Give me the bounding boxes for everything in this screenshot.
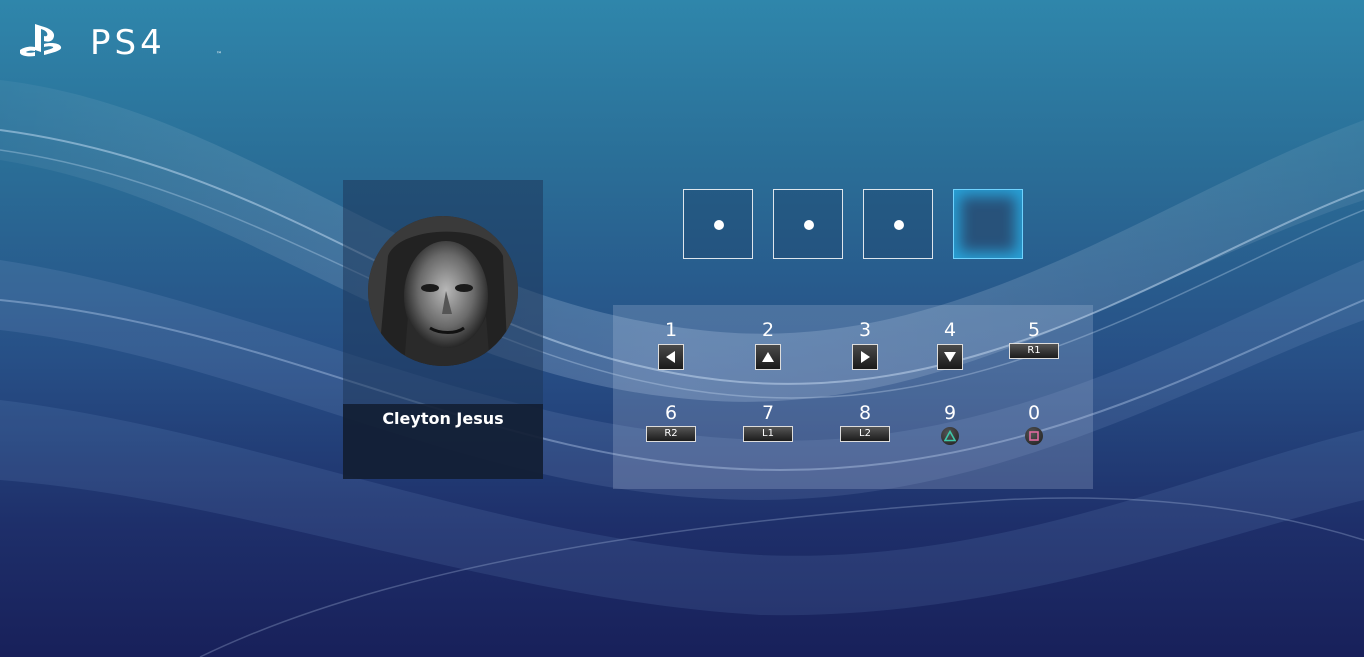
right-arrow-icon [852,344,878,370]
triangle-icon [941,427,959,445]
keypad-digit-label: 6 [664,402,678,424]
playstation-logo-icon: PS4 ™ [20,23,222,63]
pin-mask-dot [894,220,904,230]
keypad-digit-label: 1 [664,319,678,341]
keypad-key-6[interactable]: 6 R2 [641,402,701,462]
pin-digit-box [953,189,1023,259]
pin-digit-box [683,189,753,259]
keypad-key-5[interactable]: 5 R1 [1004,319,1064,379]
shoulder-button-r2: R2 [646,426,696,442]
shoulder-button-l1: L1 [743,426,793,442]
keypad-key-8[interactable]: 8 L2 [835,402,895,462]
left-arrow-icon [658,344,684,370]
user-name: Cleyton Jesus [382,409,504,428]
keypad-digit-label: 5 [1027,319,1041,341]
user-profile-card: Cleyton Jesus [343,180,543,479]
shoulder-button-r1: R1 [1009,343,1059,359]
keypad-key-7[interactable]: 7 L1 [738,402,798,462]
shoulder-button-l2: L2 [840,426,890,442]
user-name-bar: Cleyton Jesus [343,404,543,479]
keypad-key-1[interactable]: 1 [641,319,701,379]
pin-digit-box [863,189,933,259]
user-avatar [368,216,518,366]
down-arrow-icon [937,344,963,370]
keypad-digit-label: 7 [761,402,775,424]
svg-text:™: ™ [216,51,222,58]
pin-mask-dot [714,220,724,230]
keypad-key-4[interactable]: 4 [920,319,980,379]
pin-mask-dot [804,220,814,230]
keypad-digit-label: 9 [943,402,957,424]
keypad-digit-label: 8 [858,402,872,424]
keypad-key-2[interactable]: 2 [738,319,798,379]
keypad-key-0[interactable]: 0 [1004,402,1064,462]
keypad-digit-label: 2 [761,319,775,341]
keypad-key-9[interactable]: 9 [920,402,980,462]
keypad-digit-label: 0 [1027,402,1041,424]
logo-text: PS4 [90,23,166,63]
keypad-digit-label: 4 [943,319,957,341]
up-arrow-icon [755,344,781,370]
keypad-digit-label: 3 [858,319,872,341]
passcode-keypad: 1 2 3 4 5 R1 6 R2 7 L1 8 L2 9 0 [613,305,1093,489]
pin-digit-box [773,189,843,259]
square-icon [1025,427,1043,445]
keypad-key-3[interactable]: 3 [835,319,895,379]
